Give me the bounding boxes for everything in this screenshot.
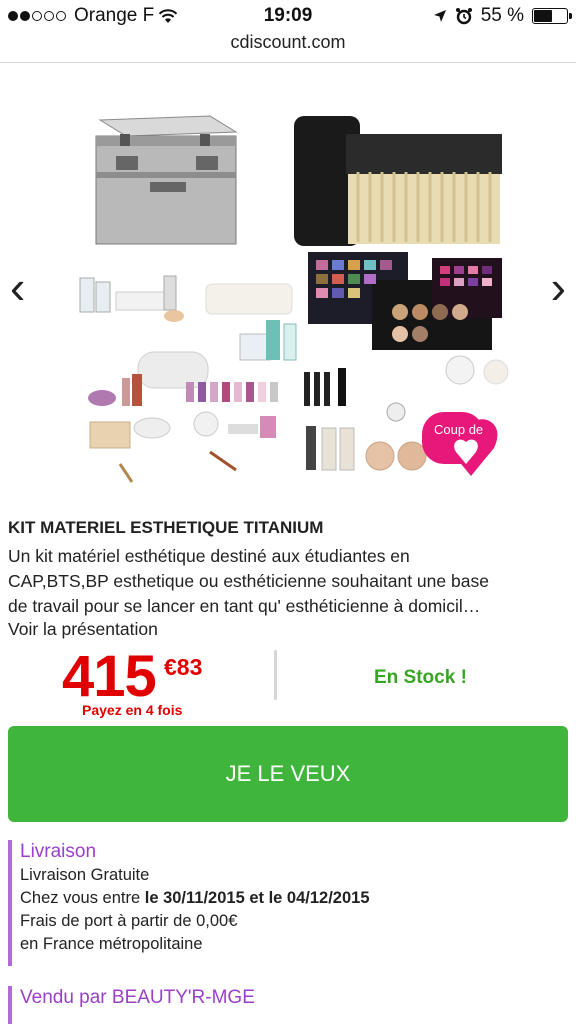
delivery-free: Livraison Gratuite xyxy=(20,866,150,884)
eyeshadow-palettes-image xyxy=(308,252,509,385)
alarm-clock-icon xyxy=(455,8,472,25)
product-image[interactable]: Coup de xyxy=(60,72,520,496)
installments-link[interactable]: Payez en 4 fois xyxy=(82,702,182,718)
price-divider xyxy=(274,650,277,700)
location-arrow-icon xyxy=(433,10,446,22)
delivery-dates: Chez vous entre le 30/11/2015 et le 04/1… xyxy=(20,887,568,910)
description-line: de travail pour se lancer en tant qu' es… xyxy=(8,596,481,616)
address-bar-url[interactable]: cdiscount.com xyxy=(0,32,576,53)
battery-percent: 55 % xyxy=(480,5,524,26)
price-integer: 415 xyxy=(62,644,157,709)
view-presentation-link[interactable]: Voir la présentation xyxy=(8,619,158,640)
battery-icon xyxy=(532,8,572,24)
delivery-section[interactable]: Livraison Livraison Gratuite Chez vous e… xyxy=(8,840,568,966)
address-bar-divider xyxy=(0,62,576,63)
description-line: Un kit matériel esthétique destiné aux é… xyxy=(8,546,410,566)
system-indicators: 55 % xyxy=(433,5,572,27)
accessories-image xyxy=(79,275,297,483)
price-decimal: €83 xyxy=(164,654,203,680)
description-line: CAP,BTS,BP esthetique ou esthéticienne s… xyxy=(8,571,489,591)
delivery-shipping-cost: Frais de port à partir de 0,00€ xyxy=(20,912,238,930)
stock-status: En Stock ! xyxy=(374,667,467,688)
product-gallery[interactable]: ‹ › Coup de xyxy=(0,64,576,504)
delivery-dates-prefix: Chez vous entre xyxy=(20,889,145,907)
badge-text: Coup de xyxy=(434,422,483,437)
buy-button[interactable]: JE LE VEUX xyxy=(8,726,568,822)
coup-de-coeur-badge: Coup de xyxy=(422,412,498,476)
product-price: 415 €83 xyxy=(62,648,202,706)
delivery-title: Livraison xyxy=(20,841,97,862)
makeup-products-image xyxy=(304,368,427,471)
seller-section[interactable]: Vendu par BEAUTY'R-MGE xyxy=(8,986,568,1024)
gallery-prev-button[interactable]: ‹ xyxy=(10,264,25,310)
seller-label[interactable]: Vendu par BEAUTY'R-MGE xyxy=(20,986,568,1010)
brush-set-image xyxy=(294,116,502,246)
gallery-next-button[interactable]: › xyxy=(551,264,566,310)
status-bar: Orange F 19:09 55 % xyxy=(0,0,576,32)
delivery-dates-value: le 30/11/2015 et le 04/12/2015 xyxy=(144,889,370,907)
delivery-region: en France métropolitaine xyxy=(20,935,203,953)
product-description: Un kit matériel esthétique destiné aux é… xyxy=(8,544,570,619)
buy-button-label: JE LE VEUX xyxy=(225,761,351,786)
beauty-case-image xyxy=(95,115,238,245)
product-title: KIT MATERIEL ESTHETIQUE TITANIUM xyxy=(8,518,324,537)
